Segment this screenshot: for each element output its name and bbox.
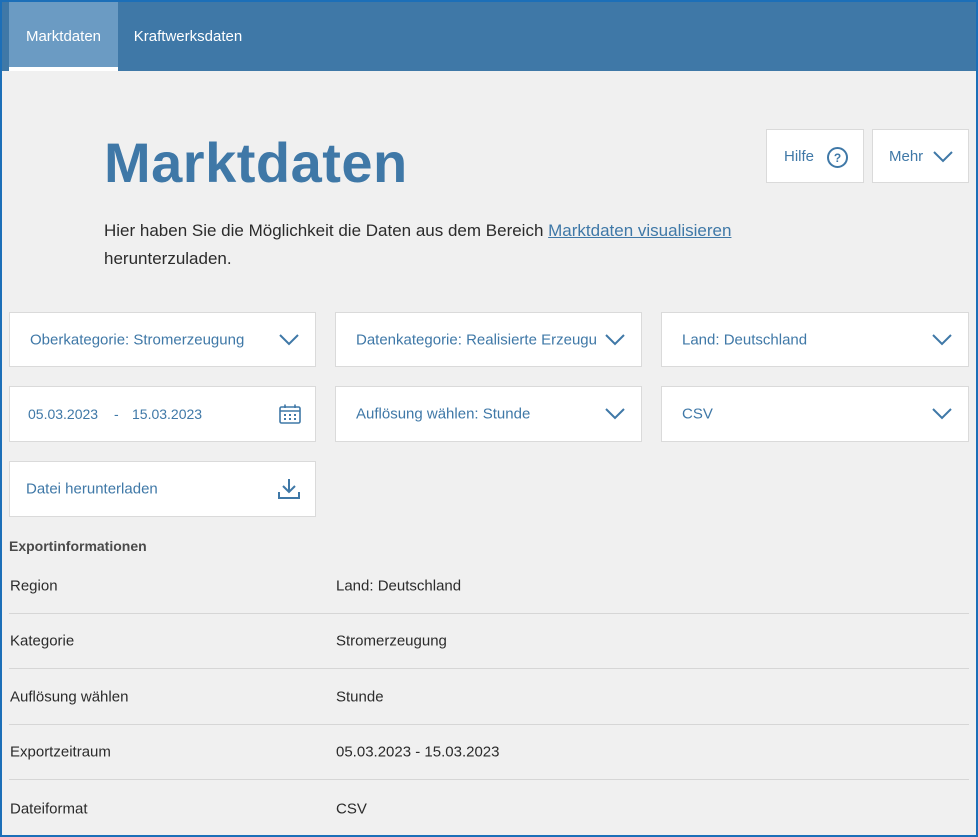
datenkategorie-value: Datenkategorie: Realisierte Erzeugung [356, 331, 597, 348]
export-value: Stunde [336, 688, 384, 706]
app-window: Marktdaten Kraftwerksdaten Marktdaten Hi… [0, 0, 978, 837]
export-key: Exportzeitraum [10, 743, 111, 761]
help-button[interactable]: Hilfe ? [766, 129, 864, 183]
intro-text-after: herunterzuladen. [104, 249, 232, 268]
chevron-down-icon [932, 408, 952, 420]
chevron-down-icon [932, 334, 952, 346]
oberkategorie-value: Oberkategorie: Stromerzeugung [30, 331, 245, 348]
export-value: CSV [336, 800, 367, 817]
chevron-down-icon [279, 334, 299, 346]
chevron-down-icon [605, 408, 625, 420]
table-row: Region Land: Deutschland [9, 559, 969, 614]
land-value: Land: Deutschland [682, 331, 808, 348]
aufloesung-select[interactable]: Auflösung wählen: Stunde [335, 386, 642, 442]
download-icon [278, 479, 300, 499]
question-circle-icon: ? [827, 147, 848, 168]
intro-text-before: Hier haben Sie die Möglichkeit die Daten… [104, 221, 549, 240]
date-separator: - [114, 406, 119, 422]
format-value: CSV [682, 405, 713, 423]
marktdaten-visualisieren-link[interactable]: Marktdaten visualisieren [548, 221, 731, 240]
datenkategorie-select[interactable]: Datenkategorie: Realisierte Erzeugung [335, 312, 642, 367]
download-button[interactable]: Datei herunterladen [9, 461, 316, 517]
chevron-down-icon [933, 151, 953, 163]
format-select[interactable]: CSV [661, 386, 969, 442]
export-info-title: Exportinformationen [9, 538, 147, 554]
more-button[interactable]: Mehr [872, 129, 969, 183]
table-row: Exportzeitraum 05.03.2023 - 15.03.2023 [9, 725, 969, 780]
date-to[interactable]: 15.03.2023 [132, 406, 202, 422]
tab-marktdaten-label: Marktdaten [25, 28, 102, 45]
download-button-label: Datei herunterladen [26, 480, 158, 498]
export-key: Dateiformat [10, 800, 88, 817]
more-button-label: Mehr [889, 147, 924, 165]
export-key: Auflösung wählen [10, 688, 129, 706]
page-title: Marktdaten [104, 131, 408, 194]
table-row: Kategorie Stromerzeugung [9, 614, 969, 669]
oberkategorie-select[interactable]: Oberkategorie: Stromerzeugung [9, 312, 316, 367]
land-select[interactable]: Land: Deutschland [661, 312, 969, 367]
calendar-icon[interactable] [279, 404, 301, 424]
export-value: Stromerzeugung [336, 632, 447, 650]
intro-text: Hier haben Sie die Möglichkeit die Daten… [104, 217, 804, 273]
help-button-label: Hilfe [784, 147, 815, 165]
table-row: Dateiformat CSV [9, 781, 969, 835]
tab-kraftwerksdaten-label: Kraftwerksdaten [133, 28, 243, 45]
chevron-down-icon [605, 334, 625, 346]
date-from[interactable]: 05.03.2023 [28, 406, 98, 422]
tab-kraftwerksdaten[interactable]: Kraftwerksdaten [118, 2, 258, 71]
aufloesung-value: Auflösung wählen: Stunde [356, 405, 531, 423]
tab-marktdaten[interactable]: Marktdaten [9, 2, 118, 71]
export-value: 05.03.2023 - 15.03.2023 [336, 743, 500, 761]
top-navigation: Marktdaten Kraftwerksdaten [2, 2, 976, 71]
export-key: Region [10, 577, 58, 595]
export-value: Land: Deutschland [336, 577, 462, 595]
date-range-picker[interactable]: 05.03.2023 - 15.03.2023 [9, 386, 316, 442]
table-row: Auflösung wählen Stunde [9, 670, 969, 725]
export-key: Kategorie [10, 632, 75, 650]
